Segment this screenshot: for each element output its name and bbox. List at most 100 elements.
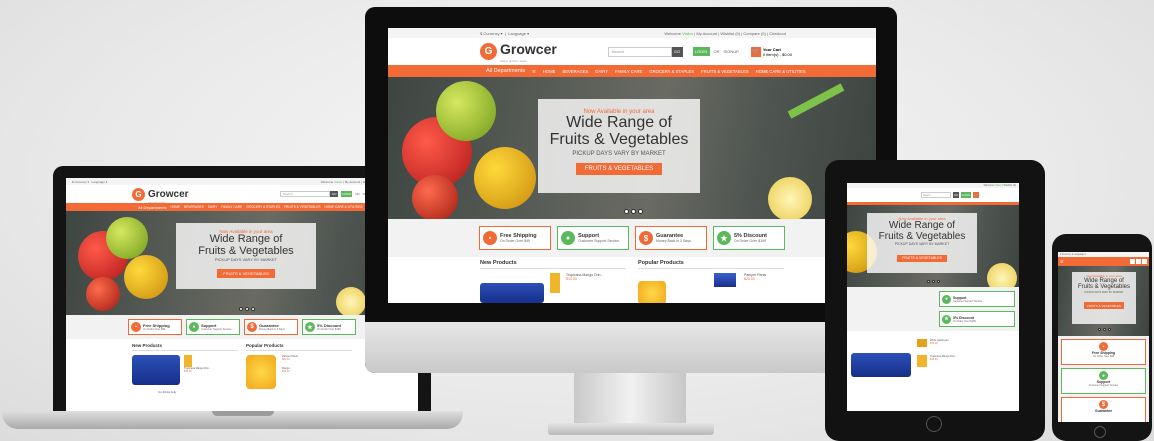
or-text: OR (355, 192, 360, 196)
search-button[interactable]: GO (671, 46, 683, 57)
new-products-title: New Products (132, 343, 238, 351)
nav-home[interactable]: HOME (170, 205, 180, 209)
hero-banner: Now Available in your area Wide Range of… (867, 213, 977, 273)
slider-dot[interactable] (239, 307, 243, 311)
feature-title: 5% Discount (953, 315, 975, 320)
slider-dot[interactable] (245, 307, 249, 311)
login-button[interactable]: LOGIN (692, 47, 710, 56)
wishlist-link[interactable]: Wishlist (0) (720, 31, 740, 36)
nav-beverages[interactable]: BEVERAGES (184, 205, 204, 209)
slider-dot[interactable] (1103, 328, 1106, 331)
nav-home-care[interactable]: HOME CARE & UTILITIES (324, 205, 362, 209)
product-image[interactable] (917, 339, 927, 347)
hero-cta-button[interactable]: FRUITS & VEGETABLES (575, 162, 663, 175)
language-select[interactable]: Language (92, 180, 105, 184)
cart[interactable]: 🛒 Your Cart0 item(s) - $0.00 (750, 46, 792, 57)
search-button[interactable]: GO (330, 191, 339, 197)
product-image[interactable] (480, 283, 544, 303)
menu-icon[interactable]: ☰ (532, 69, 536, 74)
slider-dots (239, 307, 255, 311)
login-button[interactable]: LOGIN (341, 191, 353, 197)
login-button[interactable]: LOGIN (961, 192, 971, 198)
slider-dot[interactable] (251, 307, 255, 311)
product-name[interactable]: Fun Drinks Kelly (158, 391, 238, 394)
my-account-link[interactable]: My Account (696, 31, 717, 36)
cart-icon[interactable] (1142, 259, 1147, 264)
compare-link[interactable]: Compare (0) (743, 31, 765, 36)
chat-icon: ● (942, 294, 951, 304)
product-image[interactable] (917, 355, 927, 367)
feature-sub: Customer Support Service (1088, 384, 1119, 387)
slider-dot[interactable] (631, 209, 636, 214)
imac-stand (574, 373, 686, 425)
language-select[interactable]: Language (1074, 254, 1084, 256)
slider-dot[interactable] (932, 280, 935, 283)
product-image[interactable] (851, 353, 911, 377)
currency-select[interactable]: $ Currency (480, 31, 500, 36)
nav-dairy[interactable]: DAIRY (208, 205, 218, 209)
slider-dot[interactable] (1108, 328, 1111, 331)
header: Search GO LOGIN 🛒 (847, 188, 1019, 202)
all-departments-menu[interactable]: All Departments (486, 68, 525, 74)
logo[interactable]: G Growcer online grocery store (480, 41, 557, 63)
product-image[interactable] (638, 281, 666, 303)
hero-cta-button[interactable]: FRUITS & VEGETABLES (897, 254, 947, 262)
product-price: $20.00 (282, 358, 290, 361)
nav-family-care[interactable]: FAMILY CARE (221, 205, 242, 209)
wishlist-link[interactable]: Wishlist (0) (1004, 184, 1016, 187)
cart-items: 0 item(s) - $0.00 (762, 51, 792, 57)
slider-dot[interactable] (638, 209, 643, 214)
apple-image (86, 277, 120, 311)
all-departments-menu[interactable]: All Departments (138, 205, 166, 210)
slider-dots (624, 209, 643, 214)
apple-image (124, 255, 168, 299)
menu-icon[interactable]: ☰ (1060, 259, 1064, 264)
slider-dot[interactable] (937, 280, 940, 283)
product-image[interactable] (132, 355, 180, 385)
hero-cta-button[interactable]: FRUITS & VEGETABLES (217, 269, 275, 279)
search-input[interactable]: Search (280, 191, 331, 197)
search-placeholder: Search (923, 193, 931, 197)
brand-tagline: online grocery store (500, 58, 527, 63)
slider-dot[interactable] (624, 209, 629, 214)
feature-sub: On Order Over $199 (953, 319, 976, 323)
hero-cta-button[interactable]: FRUITS & VEGETABLES (1083, 302, 1125, 310)
user-icon[interactable] (1136, 259, 1141, 264)
product-price: $15.00 (930, 358, 938, 361)
signup-link[interactable]: SIGNUP (724, 49, 739, 54)
nav-fruits[interactable]: FRUITS & VEGETABLES (701, 69, 749, 74)
header: G Growcer online grocery store Search GO … (388, 38, 876, 65)
language-select[interactable]: Language (508, 31, 526, 36)
nav-home[interactable]: HOME (543, 69, 556, 74)
product-image[interactable] (184, 355, 192, 367)
cart-icon[interactable]: 🛒 (973, 192, 979, 198)
nav-grocery[interactable]: GROCERY & STAPLES (246, 205, 280, 209)
new-products-column: New Products Tropicana Mango Drin... $15… (480, 260, 626, 303)
product-image[interactable] (714, 273, 736, 287)
currency-select[interactable]: $ Currency (1060, 254, 1071, 256)
search-input[interactable]: Search (921, 192, 951, 198)
feature-discount: ★ 5% Discount On Order Over $199 (939, 311, 1015, 327)
feature-discount: ★ 5% Discount On Order Over $199 (302, 319, 356, 335)
search-input[interactable]: Search (607, 46, 672, 57)
lemon-image (987, 263, 1017, 287)
slider-dot[interactable] (1098, 328, 1101, 331)
my-account-link[interactable]: My Account (345, 180, 361, 184)
search-icon[interactable] (1130, 259, 1135, 264)
product-image[interactable] (246, 355, 276, 389)
nav-dairy[interactable]: DAIRY (595, 69, 608, 74)
search-button[interactable]: GO (953, 192, 959, 198)
chat-icon: ● (1099, 371, 1108, 380)
product-image[interactable] (550, 273, 560, 293)
slider-dot[interactable] (927, 280, 930, 283)
nav-home-care[interactable]: HOME CARE & UTILITIES (756, 69, 806, 74)
star-icon: ★ (942, 314, 951, 324)
product-price: $20.00 (744, 277, 755, 281)
nav-grocery[interactable]: GROCERY & STAPLES (649, 69, 694, 74)
currency-select[interactable]: $ Currency (72, 180, 87, 184)
nav-family-care[interactable]: FAMILY CARE (615, 69, 642, 74)
nav-fruits[interactable]: FRUITS & VEGETABLES (284, 205, 320, 209)
checkout-link[interactable]: Checkout (769, 31, 786, 36)
nav-beverages[interactable]: BEVERAGES (562, 69, 588, 74)
logo[interactable]: G Growcer online grocery store (132, 184, 189, 204)
